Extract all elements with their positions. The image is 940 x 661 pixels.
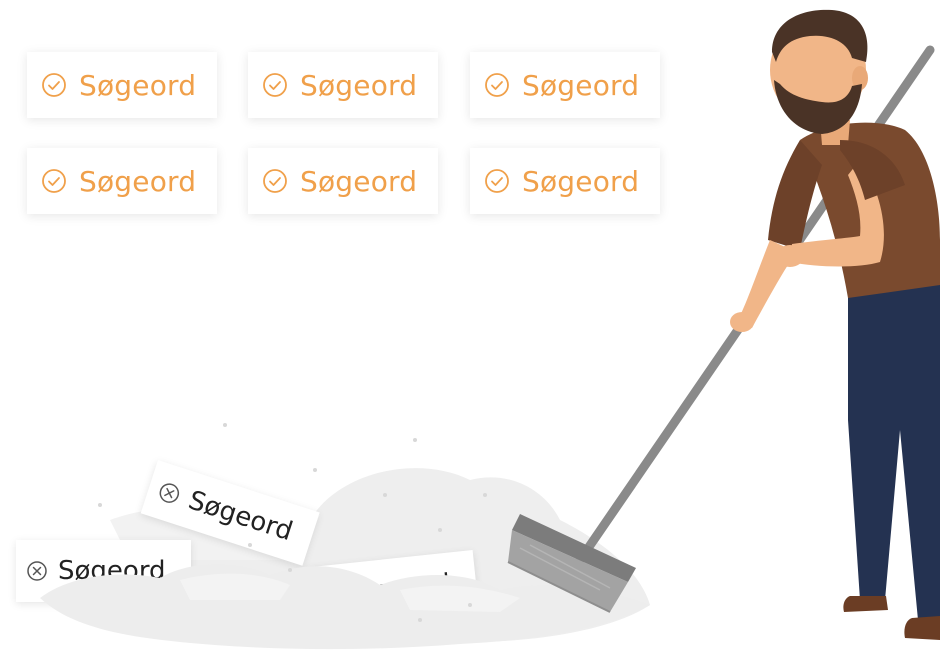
man-head [770, 9, 868, 134]
illustration-scene: Søgeord Søgeord Søgeord Søgeord Søgeord [0, 0, 940, 661]
sweeper-illustration [40, 9, 940, 650]
man-legs [843, 280, 940, 640]
